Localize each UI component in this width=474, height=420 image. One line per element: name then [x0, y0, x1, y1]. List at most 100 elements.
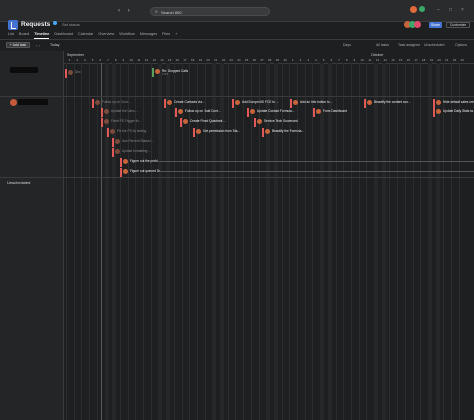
tab-workflow[interactable]: Workflow [119, 31, 135, 39]
tab-dashboard[interactable]: Dashboard [54, 31, 73, 39]
filter-all-tasks[interactable]: All tasks [376, 43, 389, 47]
timeline-task[interactable]: Fix the PS by testing [107, 128, 146, 137]
assignee-avatar [155, 69, 160, 74]
day-label: 14 [391, 58, 395, 62]
day-label: 8 [114, 58, 117, 62]
timeline-task[interactable]: Create Contacts via... [164, 99, 205, 108]
tab-overview[interactable]: Overview [98, 31, 114, 39]
tab-messages[interactable]: Messages [140, 31, 157, 39]
assignee-avatar [110, 129, 115, 134]
timeline-task[interactable]: Use Percent Status t... [112, 138, 154, 147]
day-label: 21 [445, 58, 449, 62]
timeline-task[interactable]: Beautify the content sco... [364, 99, 412, 108]
timeline-nav-arrows[interactable]: ‹ › [36, 43, 40, 48]
timeline-task[interactable]: Update Daily Stats ta... [433, 108, 474, 117]
timeline-task[interactable]: Dec [65, 69, 81, 78]
back-arrow-icon[interactable]: ‹ [118, 8, 120, 14]
help-avatar[interactable] [419, 6, 425, 12]
day-label: 17 [414, 58, 418, 62]
add-tab-button[interactable]: + [175, 31, 177, 39]
section-2-avatar [10, 99, 17, 106]
today-button[interactable]: Today [50, 43, 60, 47]
timeline-task[interactable]: Follow up on Cont... [92, 99, 136, 108]
task-status-bar [120, 158, 122, 167]
unscheduled-toggle[interactable]: Unscheduled [424, 43, 444, 47]
assignee-avatar [257, 119, 262, 124]
timeline-task[interactable]: Follow up on 'Add Cont... [175, 108, 221, 117]
zoom-select[interactable]: Days [343, 43, 351, 47]
search-icon: ⌕ [155, 9, 158, 15]
add-task-button[interactable]: + Add task [6, 42, 30, 48]
day-gridline [96, 63, 98, 420]
task-title: Update Contact Formula... [257, 108, 295, 113]
day-gridline [243, 63, 245, 420]
day-label: 14 [160, 58, 164, 62]
assignee-avatar [183, 119, 188, 124]
color-by-assignee[interactable]: Task assignee [398, 43, 420, 47]
timeline-task[interactable]: Add an Info button to ... [290, 99, 333, 108]
timeline-task[interactable]: Hide default sales ore... [433, 99, 474, 108]
day-gridline [235, 63, 237, 420]
task-title: Figure out queued Dr... [130, 168, 163, 173]
task-title: Figure out the probl... [130, 158, 161, 163]
day-label: 27 [260, 58, 264, 62]
timeline-task[interactable]: Update Contact Formula... [247, 108, 295, 117]
options-button[interactable]: Options [455, 43, 467, 47]
task-title: Beautify the content sco... [374, 99, 411, 104]
section-divider [0, 177, 474, 178]
share-button[interactable]: Share [429, 22, 442, 28]
timeline-task[interactable]: Create Fixed Quadrant ... [180, 118, 226, 127]
set-status-link[interactable]: Set status [62, 22, 80, 27]
weekend-column [374, 63, 378, 420]
timeline-task[interactable]: Add Europe/UK FCE to ... [232, 99, 279, 108]
tab-files[interactable]: Files [162, 31, 170, 39]
tab-board[interactable]: Board [19, 31, 29, 39]
task-status-bar [262, 128, 264, 137]
search-input[interactable]: ⌕ Search 800 [150, 7, 270, 16]
task-title: Follow up on 'Add Cont... [185, 108, 221, 113]
task-title: Hide default sales ore... [443, 99, 474, 104]
timeline-task[interactable]: Service Tech Scorecard [254, 118, 298, 127]
timeline-task[interactable]: Get permission from Sta... [193, 128, 240, 137]
day-label: 28 [268, 58, 272, 62]
weekend-column [220, 63, 224, 420]
timeline-task[interactable]: Beautify the Formula... [262, 128, 306, 137]
timeline-task[interactable]: Figure out queued Dr... [120, 168, 163, 177]
day-label: 25 [244, 58, 249, 62]
close-icon[interactable]: × [461, 7, 464, 13]
task-status-bar [433, 99, 435, 108]
task-status-bar [254, 118, 256, 127]
timeline-task[interactable]: Update formatting ... [112, 148, 151, 157]
assignee-avatar [123, 169, 128, 174]
timeline-task[interactable]: Fixed PS Trigger fix... [101, 118, 141, 127]
tab-calendar[interactable]: Calendar [78, 31, 93, 39]
day-label: 5 [322, 58, 325, 62]
user-avatar[interactable] [410, 6, 417, 13]
assignee-avatar [250, 109, 255, 114]
day-label: 7 [338, 58, 340, 62]
timeline-task[interactable]: Form Dashboard [313, 108, 347, 117]
task-status-bar [101, 108, 103, 117]
day-label: 20 [206, 58, 210, 62]
day-label: 7 [107, 58, 109, 62]
task-title: Update the Ulmo... [111, 108, 138, 113]
timeline-task[interactable]: Update the Ulmo... [101, 108, 138, 117]
day-label: 5 [91, 58, 94, 62]
day-gridline [389, 63, 391, 420]
day-label: 26 [252, 58, 256, 62]
customize-button[interactable]: Customize [446, 22, 470, 28]
maximize-icon[interactable]: □ [449, 7, 452, 13]
minimize-icon[interactable]: – [437, 7, 440, 13]
day-gridline [412, 63, 414, 420]
timeline-task[interactable]: Re: Dropped Calls 2 of 3 [152, 68, 192, 77]
task-status-bar [112, 138, 114, 147]
section-1-name-redacted [10, 67, 38, 73]
tab-list[interactable]: List [8, 31, 14, 39]
chevron-down-icon[interactable]: ⌄ [46, 21, 50, 27]
day-gridline [297, 63, 298, 420]
forward-arrow-icon[interactable]: › [128, 8, 130, 14]
tab-timeline[interactable]: Timeline [34, 31, 50, 39]
sections-column: Unscheduled [0, 51, 64, 420]
timeline-task[interactable]: Figure out the probl... [120, 158, 160, 167]
day-label: 2 [299, 58, 302, 62]
